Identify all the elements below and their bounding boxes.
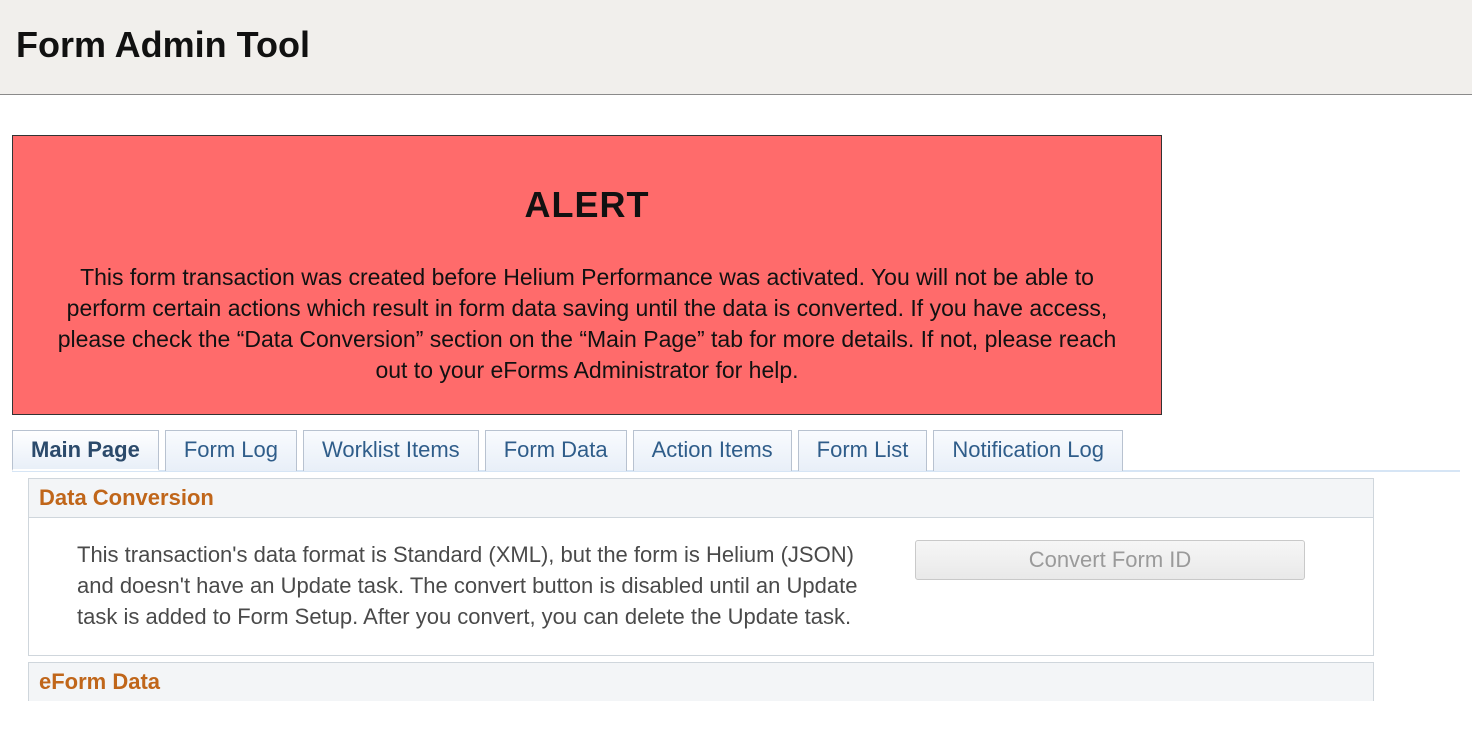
section-body-data-conversion: This transaction's data format is Standa… bbox=[29, 518, 1373, 654]
data-conversion-text: This transaction's data format is Standa… bbox=[77, 540, 887, 632]
tab-main-page[interactable]: Main Page bbox=[12, 430, 159, 471]
app-header: Form Admin Tool bbox=[0, 0, 1472, 95]
tab-worklist-items[interactable]: Worklist Items bbox=[303, 430, 479, 471]
tab-form-list[interactable]: Form List bbox=[798, 430, 928, 471]
main-content: ALERT This form transaction was created … bbox=[0, 95, 1472, 701]
section-title-data-conversion: Data Conversion bbox=[39, 485, 214, 510]
page-title: Form Admin Tool bbox=[16, 24, 1456, 66]
alert-banner: ALERT This form transaction was created … bbox=[12, 135, 1162, 415]
alert-title: ALERT bbox=[41, 184, 1133, 226]
section-title-eform-data: eForm Data bbox=[39, 669, 160, 694]
tabs-row: Main Page Form Log Worklist Items Form D… bbox=[12, 429, 1460, 472]
tab-action-items[interactable]: Action Items bbox=[633, 430, 792, 471]
tab-form-log[interactable]: Form Log bbox=[165, 430, 297, 471]
tab-notification-log[interactable]: Notification Log bbox=[933, 430, 1123, 471]
section-data-conversion: Data Conversion This transaction's data … bbox=[28, 478, 1374, 655]
section-eform-data: eForm Data bbox=[28, 662, 1374, 701]
section-header-data-conversion: Data Conversion bbox=[29, 479, 1373, 518]
alert-body: This form transaction was created before… bbox=[41, 262, 1133, 386]
tab-form-data[interactable]: Form Data bbox=[485, 430, 627, 471]
convert-form-id-button: Convert Form ID bbox=[915, 540, 1305, 580]
